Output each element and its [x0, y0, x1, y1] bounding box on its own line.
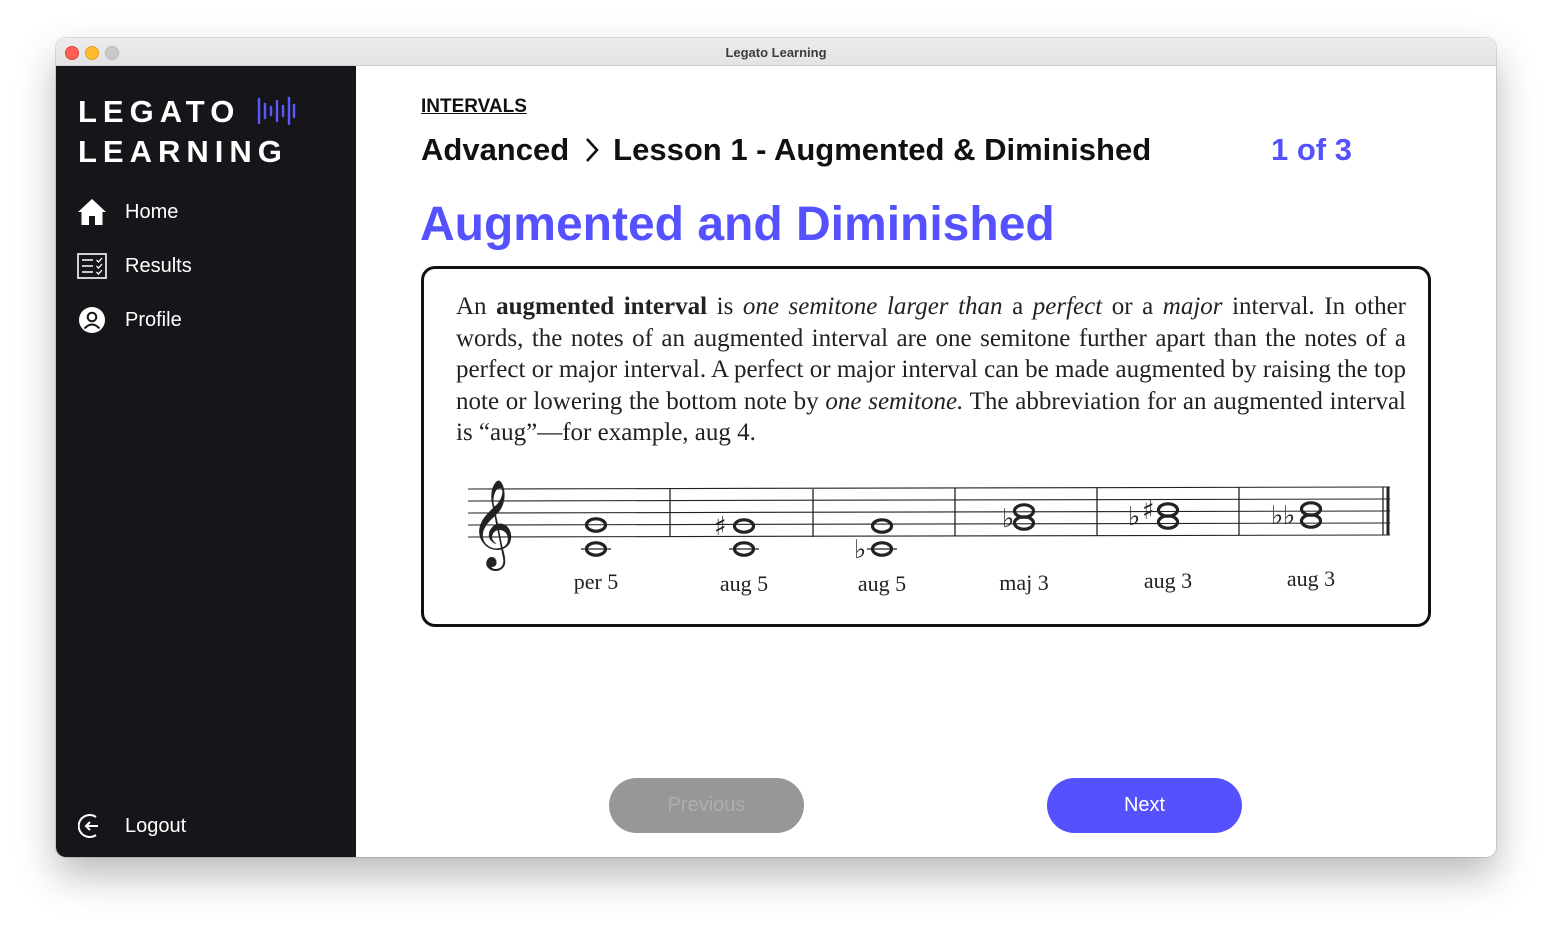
brand-line-2: LEARNING — [78, 134, 288, 169]
results-list-icon — [76, 250, 108, 282]
sidebar: LEGATO LEARNING Home Results Profile Log… — [56, 66, 356, 857]
main-content: INTERVALS Advanced Lesson 1 - Augmented … — [356, 66, 1496, 857]
lesson-title: Augmented and Diminished — [420, 198, 1055, 251]
profile-icon — [76, 304, 108, 336]
sharp-icon: ♯ — [714, 512, 727, 542]
sharp-icon: ♯ — [1142, 496, 1155, 526]
flat-icon: ♭ — [1128, 502, 1140, 532]
interval-label: aug 5 — [720, 571, 768, 596]
lesson-content-card: An augmented interval is one semitone la… — [421, 266, 1431, 627]
term-augmented-interval: augmented interval — [496, 293, 708, 320]
flat-icon: ♭ — [854, 535, 866, 565]
sidebar-item-label: Results — [125, 254, 192, 277]
lesson-text: An augmented interval is one semitone la… — [456, 293, 1406, 446]
breadcrumb-lesson: Lesson 1 - Augmented & Diminished — [613, 132, 1152, 167]
app-window: Legato Learning LEGATO LEARNING Home Res… — [56, 38, 1496, 857]
section-title[interactable]: INTERVALS — [421, 96, 527, 118]
brand-logo: LEGATO LEARNING — [78, 92, 296, 172]
flat-icon: ♭ — [1271, 501, 1283, 531]
home-icon — [76, 196, 108, 228]
interval-label: aug 5 — [858, 571, 906, 596]
sidebar-item-label: Profile — [125, 308, 182, 331]
logout-button[interactable]: Logout — [76, 809, 336, 843]
flat-icon: ♭ — [1283, 501, 1295, 531]
window-title: Legato Learning — [725, 45, 827, 60]
logout-icon — [76, 810, 108, 842]
music-notation: 𝄞 ♯♭♭ ♭ ♯ ♭ ♭ per 5 aug 5 aug 5 maj 3 aug 3 aug 3 — [468, 478, 1391, 596]
sidebar-item-home[interactable]: Home — [76, 195, 336, 229]
sidebar-item-results[interactable]: Results — [76, 249, 336, 283]
breadcrumb-level[interactable]: Advanced — [421, 132, 569, 168]
next-button[interactable]: Next — [1047, 778, 1242, 833]
sidebar-item-profile[interactable]: Profile — [76, 303, 336, 337]
treble-clef-icon: 𝄞 — [470, 478, 515, 571]
interval-label: aug 3 — [1144, 568, 1192, 593]
page-counter: 1 of 3 — [1271, 132, 1352, 167]
sound-wave-icon — [257, 96, 296, 126]
interval-label: aug 3 — [1287, 566, 1335, 591]
previous-button[interactable]: Previous — [609, 778, 804, 833]
interval-label: maj 3 — [999, 570, 1049, 595]
note-whole — [870, 518, 894, 534]
chevron-right-icon — [585, 137, 599, 163]
title-bar: Legato Learning — [56, 38, 1496, 66]
sidebar-item-label: Home — [125, 200, 179, 223]
logout-label: Logout — [125, 814, 187, 837]
interval-label: per 5 — [574, 569, 619, 594]
note-whole — [732, 518, 756, 534]
flat-icon: ♭ — [1002, 504, 1014, 534]
breadcrumb: Advanced Lesson 1 - Augmented & Diminish… — [421, 132, 1151, 168]
